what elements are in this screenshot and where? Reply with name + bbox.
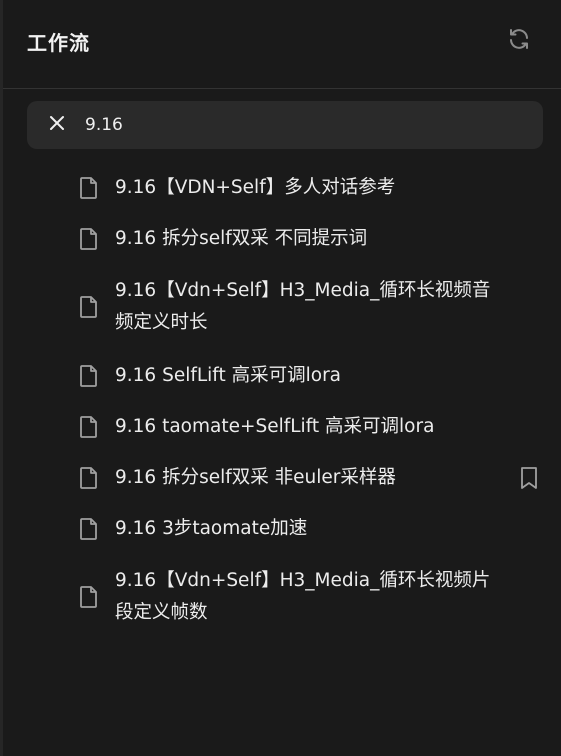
search-box: [27, 101, 543, 149]
list-item[interactable]: 9.16 拆分self双采 不同提示词: [3, 213, 561, 264]
list-item[interactable]: 9.16 taomate+SelfLift 高采可调lora: [3, 401, 561, 452]
list-item-label: 9.16 拆分self双采 非euler采样器: [115, 466, 396, 488]
list-item-label: 9.16 SelfLift 高采可调lora: [115, 364, 342, 386]
list-item[interactable]: 9.16【Vdn+Self】H3_Media_循环长视频片段定义帧数: [3, 554, 561, 640]
list-item[interactable]: 9.16 拆分self双采 非euler采样器: [3, 452, 561, 503]
list-item-label: 9.16【Vdn+Self】H3_Media_循环长视频片段定义帧数: [115, 570, 491, 623]
clear-search-button[interactable]: [45, 113, 69, 137]
bookmark-icon[interactable]: [517, 465, 541, 491]
panel-title: 工作流: [27, 31, 90, 55]
list-item[interactable]: 9.16 3步taomate加速: [3, 503, 561, 554]
file-icon: [78, 227, 100, 251]
file-icon: [78, 295, 100, 319]
close-icon: [48, 114, 66, 136]
list-item[interactable]: 9.16【Vdn+Self】H3_Media_循环长视频音频定义时长: [3, 264, 561, 350]
refresh-icon: [507, 27, 531, 55]
file-icon: [78, 415, 100, 439]
list-item-label: 9.16 3步taomate加速: [115, 517, 308, 539]
file-icon: [78, 176, 100, 200]
file-icon: [78, 517, 100, 541]
list-item[interactable]: 9.16【VDN+Self】多人对话参考: [3, 162, 561, 213]
workflow-panel: 工作流 9.16 9.16【VDN+Self】多人对话参考 9.16 拆分sel…: [3, 0, 561, 756]
file-icon: [78, 466, 100, 490]
list-item-label: 9.16 taomate+SelfLift 高采可调lora: [115, 415, 435, 437]
list-item[interactable]: 9.16 SelfLift 高采可调lora: [3, 350, 561, 401]
workflow-list: 9.16【VDN+Self】多人对话参考 9.16 拆分self双采 不同提示词…: [3, 162, 561, 640]
refresh-button[interactable]: [505, 27, 533, 55]
list-item-label: 9.16 拆分self双采 不同提示词: [115, 227, 368, 249]
list-item-label: 9.16【Vdn+Self】H3_Media_循环长视频音频定义时长: [115, 280, 491, 333]
file-icon: [78, 585, 100, 609]
search-input[interactable]: [85, 111, 525, 139]
panel-header: 工作流: [3, 0, 561, 89]
file-icon: [78, 364, 100, 388]
list-item-label: 9.16【VDN+Self】多人对话参考: [115, 176, 396, 198]
